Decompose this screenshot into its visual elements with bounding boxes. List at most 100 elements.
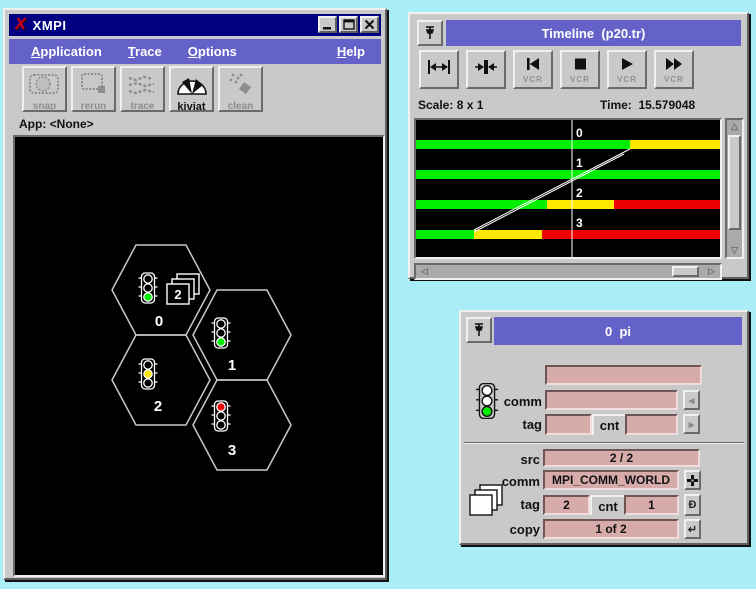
close-icon [364, 19, 375, 30]
focus-title: 0 pi [605, 324, 631, 339]
rerun-button[interactable]: rerun [71, 66, 116, 112]
recv-tag-field[interactable] [545, 414, 592, 435]
vcr-sub-label: VCR [664, 76, 684, 83]
timeline-toolbar: VCR VCR VCR VCR [419, 50, 694, 89]
scroll-down-button[interactable]: ▽ [727, 244, 742, 257]
toolbar: snap rerun trace kiviat clean [22, 66, 263, 112]
return-button[interactable]: ↵ [684, 519, 701, 539]
pushpin-icon [423, 25, 437, 41]
vcr-play-button[interactable]: VCR [607, 50, 647, 89]
menu-help[interactable]: Help [337, 44, 365, 59]
vcr-stop-button[interactable]: VCR [560, 50, 600, 89]
vcr-sub-label: VCR [523, 76, 543, 83]
process-rank-label: 0 [155, 313, 163, 330]
kiviat-button[interactable]: kiviat [169, 66, 214, 112]
focus-comm-button[interactable] [684, 470, 701, 490]
app-status-label: App: <None> [19, 117, 94, 131]
state-segment [630, 140, 720, 149]
recv-cnt-field[interactable] [625, 414, 678, 435]
vcr-ff-button[interactable]: VCR [654, 50, 694, 89]
next-message-button[interactable]: ▸ [683, 414, 700, 434]
scroll-left-button[interactable]: ◁ [417, 265, 432, 278]
message-line [474, 154, 624, 232]
vcr-play-icon [616, 57, 638, 76]
timeline-rank-label: 2 [576, 186, 583, 200]
blocks-plus-icon [687, 475, 698, 486]
v-scrollbar[interactable]: △ ▽ [725, 118, 744, 259]
pin-button[interactable] [417, 20, 443, 46]
msg-src-field[interactable]: 2 / 2 [543, 449, 700, 467]
timeline-rank-label: 3 [576, 216, 583, 230]
process-rank-label: 3 [228, 442, 236, 459]
datatype-button[interactable]: Ð [684, 494, 701, 516]
timeline-rank-label: 0 [576, 126, 583, 140]
vcr-stop-icon [569, 57, 591, 76]
camera-icon [27, 70, 63, 103]
vcr-sub-label: VCR [570, 76, 590, 83]
main-titlebar[interactable]: X XMPI [9, 14, 381, 36]
kiviat-icon [174, 70, 210, 103]
msg-comm-field[interactable]: MPI_COMM_WORLD [543, 470, 679, 490]
compress-button[interactable] [466, 50, 506, 89]
snap-button[interactable]: snap [22, 66, 67, 112]
expand-button[interactable] [419, 50, 459, 89]
minimize-button[interactable] [318, 16, 337, 33]
vcr-rewind-button[interactable]: VCR [513, 50, 553, 89]
h-scrollbar[interactable]: ◁ ▷ [414, 263, 722, 280]
section-separator [464, 442, 744, 444]
msg-cnt-field[interactable]: 1 [624, 495, 679, 515]
pin-button[interactable] [466, 317, 492, 343]
menu-application[interactable]: Application [31, 44, 102, 59]
recv-comm-label: comm [464, 394, 542, 409]
clean-button[interactable]: clean [218, 66, 263, 112]
v-scroll-thumb[interactable] [728, 135, 741, 230]
traffic-light-icon [212, 401, 231, 431]
menu-options[interactable]: Options [188, 44, 237, 59]
process-rank-label: 2 [154, 398, 162, 415]
state-segment [474, 230, 542, 239]
timeline-chart-view[interactable]: 0 1 2 3 [414, 118, 722, 259]
msg-copy-field[interactable]: 1 of 2 [543, 519, 679, 539]
prev-message-button[interactable]: ◂ [683, 390, 700, 410]
scroll-up-button[interactable]: △ [727, 120, 742, 133]
msg-src-label: src [462, 452, 540, 467]
tool-label: rerun [81, 101, 107, 112]
recv-peer-field[interactable] [545, 365, 702, 385]
msg-tag-label: tag [462, 497, 540, 512]
rerun-icon [76, 70, 112, 103]
state-segment [542, 230, 720, 239]
maximize-button[interactable] [339, 16, 358, 33]
focus-titlebar[interactable]: 0 pi [494, 317, 742, 345]
msg-tag-field[interactable]: 2 [543, 495, 590, 515]
message-line [474, 149, 630, 230]
h-scroll-thumb[interactable] [672, 266, 699, 277]
state-segment [416, 170, 720, 179]
close-button[interactable] [360, 16, 379, 33]
tool-label: clean [228, 101, 254, 112]
message-queue-icon: 2 [167, 274, 199, 304]
compress-icon [473, 57, 499, 82]
menu-trace[interactable]: Trace [128, 44, 162, 59]
tool-label: kiviat [177, 101, 205, 113]
process-focus-window: 0 pi comm ◂ tag cnt ▸ src 2 / 2 comm MPI… [459, 310, 749, 545]
pushpin-icon [472, 322, 486, 338]
timeline-titlebar[interactable]: Timeline (p20.tr) [446, 20, 741, 46]
process-rank-label: 1 [228, 357, 236, 374]
recv-comm-field[interactable] [545, 390, 678, 410]
svg-text:2: 2 [174, 287, 181, 302]
state-segment [547, 200, 614, 209]
timeline-title: Timeline (p20.tr) [542, 26, 646, 41]
trace-button[interactable]: trace [120, 66, 165, 112]
traffic-light-icon [212, 318, 231, 348]
tool-label: snap [33, 101, 56, 112]
recv-tag-label: tag [464, 417, 542, 432]
state-segment [614, 200, 720, 209]
timeline-window: Timeline (p20.tr) VCRVCRVCRVCR Scale: 8 … [408, 12, 749, 279]
vcr-rewind-icon [522, 57, 544, 76]
msg-copy-label: copy [462, 522, 540, 537]
process-hex-canvas[interactable]: 02 1 2 3 [13, 135, 385, 577]
scroll-right-button[interactable]: ▷ [704, 265, 719, 278]
hexagon [193, 380, 291, 470]
traffic-light-icon [139, 359, 158, 389]
timeline-rank-label: 1 [576, 156, 583, 170]
